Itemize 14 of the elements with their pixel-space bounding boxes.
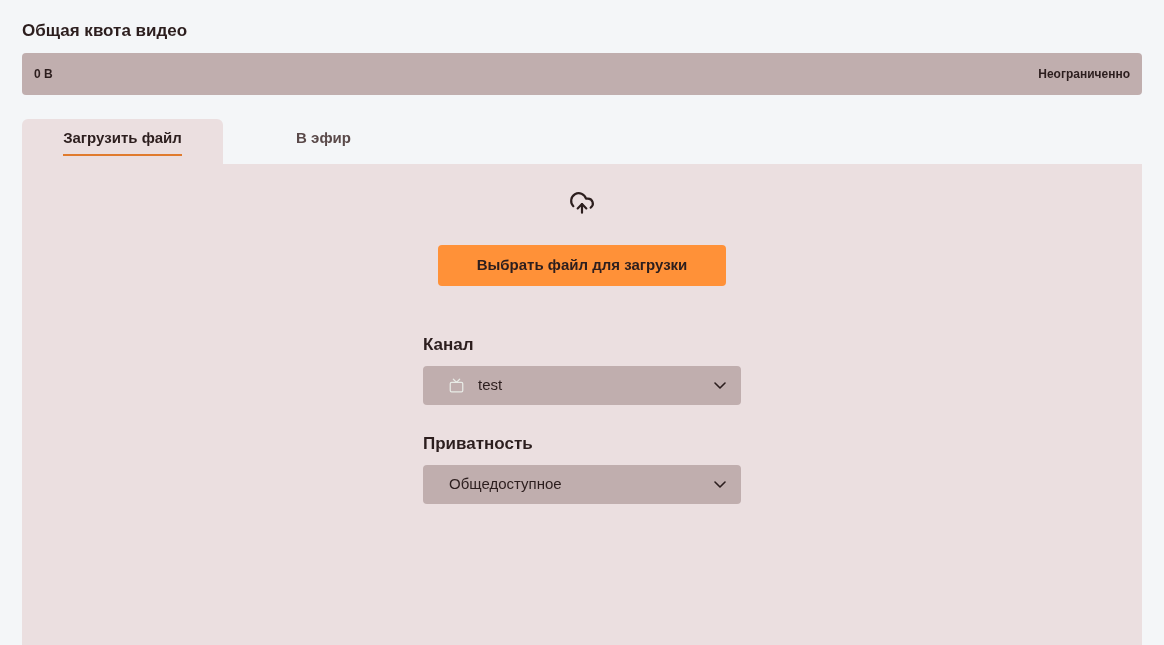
quota-limit: Неограниченно xyxy=(1038,66,1130,83)
tv-icon xyxy=(449,378,464,393)
quota-title: Общая квота видео xyxy=(22,20,189,42)
select-field[interactable]: Общедоступное xyxy=(423,465,741,504)
choose-file-button[interactable]: Выбрать файл для загрузки xyxy=(438,245,726,286)
upload-icon xyxy=(569,190,595,216)
chevron-down-icon xyxy=(714,481,726,488)
field-label: Приватность xyxy=(423,433,534,455)
select-field[interactable]: test xyxy=(423,366,741,405)
tab[interactable]: Загрузить файл xyxy=(22,119,223,164)
chevron-down-icon xyxy=(714,382,726,389)
field-label: Канал xyxy=(423,334,475,356)
quota-used: 0 B xyxy=(34,66,53,83)
tab[interactable]: В эфир xyxy=(223,119,424,164)
